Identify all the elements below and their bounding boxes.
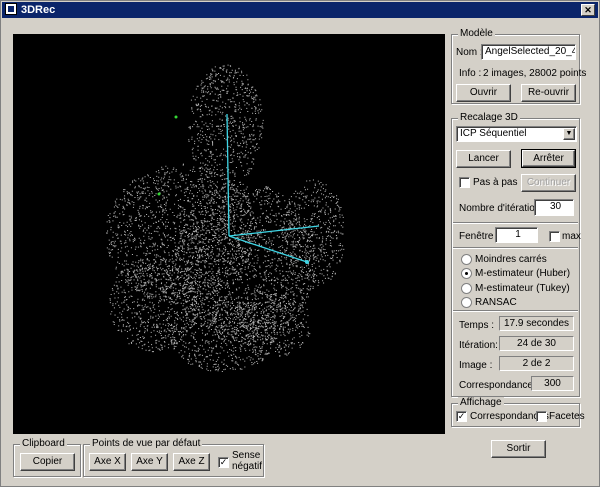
axis-y-line <box>226 113 230 237</box>
close-button[interactable]: ✕ <box>581 4 595 16</box>
pas-a-pas-label: Pas à pas <box>473 177 518 188</box>
title-bar[interactable]: 3DRec ✕ <box>2 2 598 18</box>
iterations-field[interactable]: 30 <box>534 199 574 216</box>
sortir-button[interactable]: Sortir <box>491 440 546 458</box>
facetes-checkbox[interactable] <box>536 411 547 422</box>
3d-viewport[interactable] <box>13 34 445 434</box>
main-window: 3DRec ✕ Modèle Nom : AngelSelected_20_40… <box>0 0 600 487</box>
affichage-legend: Affichage <box>458 397 504 408</box>
chevron-down-icon[interactable]: ▼ <box>563 128 575 140</box>
fenetre-field[interactable]: 1 <box>495 227 538 243</box>
default-views-legend: Points de vue par défaut <box>90 438 203 449</box>
image-value: 2 de 2 <box>499 356 574 371</box>
iteration-value: 24 de 30 <box>499 336 574 351</box>
correspondances-value: 300 <box>531 376 574 391</box>
divider <box>453 222 578 224</box>
sense-line-1: Sense <box>232 450 261 461</box>
point-cloud-view <box>106 64 345 372</box>
estimator-radio-3[interactable] <box>461 297 472 308</box>
app-icon <box>5 3 17 15</box>
arreter-button[interactable]: Arrêter <box>521 149 576 168</box>
correspondence-point <box>157 192 161 196</box>
correspondances-checkbox[interactable]: ✓ <box>456 411 467 422</box>
axe-y-button[interactable]: Axe Y <box>131 453 168 471</box>
continuer-button[interactable]: Continuer <box>521 174 576 192</box>
divider <box>453 310 578 312</box>
copier-button[interactable]: Copier <box>20 453 75 471</box>
info-label: Info : <box>459 68 482 79</box>
divider <box>453 247 578 249</box>
axe-x-button[interactable]: Axe X <box>89 453 126 471</box>
pas-a-pas-checkbox[interactable] <box>459 177 470 188</box>
window-title: 3DRec <box>21 4 56 16</box>
estimator-radio-0[interactable] <box>461 254 472 265</box>
estimator-label-1: M-estimateur (Huber) <box>475 268 571 279</box>
clipboard-legend: Clipboard <box>20 438 67 449</box>
point-cloud-points <box>106 64 345 372</box>
sense-negatif-checkbox[interactable]: ✓ <box>218 457 229 468</box>
method-select[interactable]: ICP Séquentiel ▼ <box>456 126 577 142</box>
nom-label: Nom : <box>456 47 483 58</box>
max-checkbox[interactable] <box>549 231 560 242</box>
fenetre-label: Fenêtre : <box>459 231 500 242</box>
estimator-label-0: Moindres carrés <box>475 254 547 265</box>
estimator-radio-1[interactable] <box>461 268 472 279</box>
reouvrir-button[interactable]: Re-ouvrir <box>521 84 576 102</box>
point-cloud <box>106 64 345 372</box>
modele-legend: Modèle <box>458 28 495 39</box>
recalage-legend: Recalage 3D <box>458 112 520 123</box>
max-label: max <box>562 231 581 242</box>
coordinate-axes <box>226 113 320 264</box>
temps-label: Temps : <box>459 320 495 331</box>
axis-z-tip <box>305 260 309 264</box>
sense-line-2: négatif <box>232 461 263 472</box>
iteration-label: Itération: <box>459 340 498 351</box>
sense-negatif-label: Sense négatif <box>232 450 262 472</box>
ouvrir-button[interactable]: Ouvrir <box>456 84 511 102</box>
image-label: Image : <box>459 360 493 371</box>
close-icon: ✕ <box>584 5 592 15</box>
temps-value: 17.9 secondes <box>499 316 574 331</box>
checkmark-icon: ✓ <box>457 411 466 421</box>
lancer-button[interactable]: Lancer <box>456 150 511 168</box>
info-value: 2 images, 28002 points <box>483 68 587 79</box>
axis-z-line <box>228 235 308 263</box>
estimator-label-2: M-estimateur (Tukey) <box>475 283 570 294</box>
axe-z-button[interactable]: Axe Z <box>173 453 210 471</box>
correspondence-point <box>174 115 178 119</box>
estimator-label-3: RANSAC <box>475 297 517 308</box>
facetes-label: Facetes <box>549 411 585 422</box>
estimator-radio-2[interactable] <box>461 283 472 294</box>
method-value: ICP Séquentiel <box>460 128 527 139</box>
nom-field[interactable]: AngelSelected_20_40.mat <box>481 44 576 60</box>
checkmark-icon: ✓ <box>219 457 228 467</box>
